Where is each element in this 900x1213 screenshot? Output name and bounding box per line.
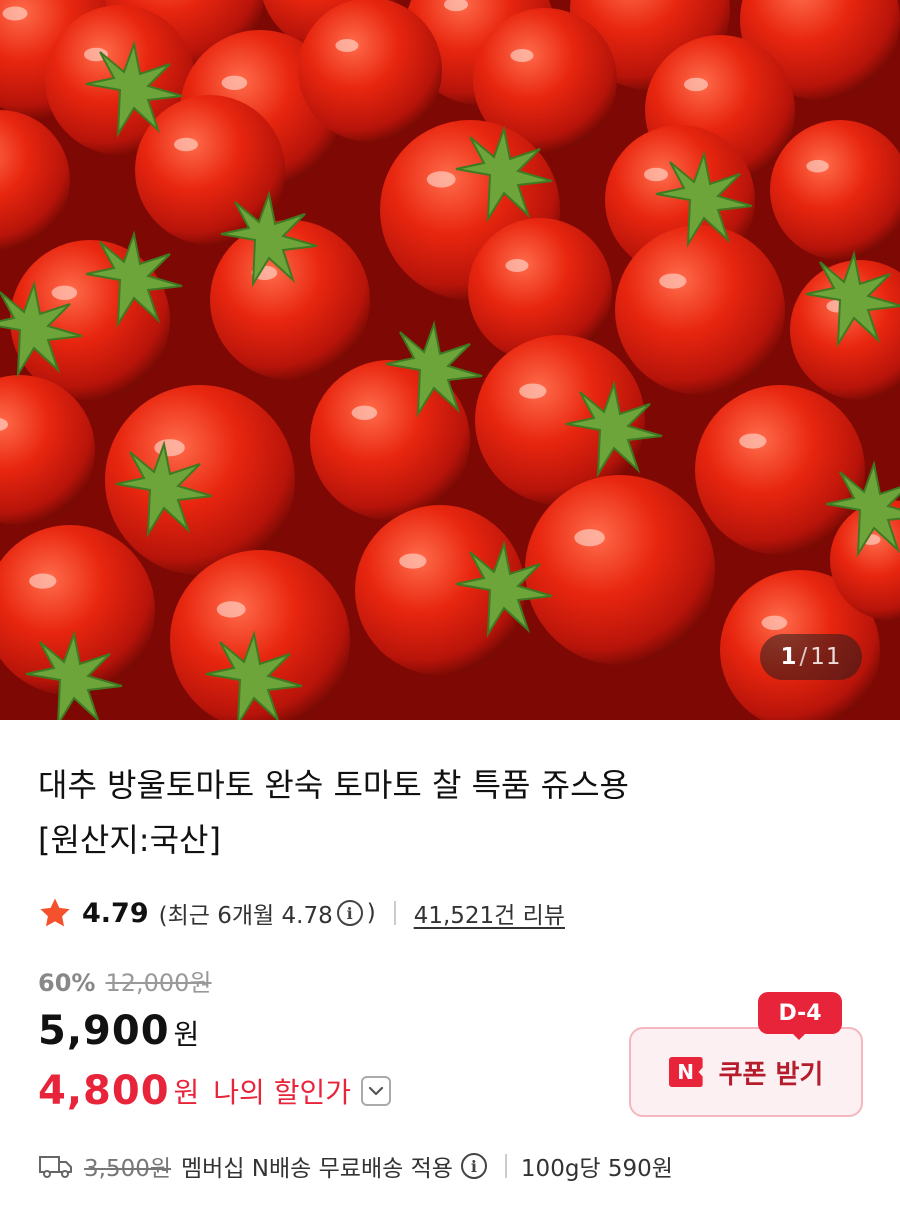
tomato-highlight	[519, 383, 547, 399]
tomato-highlight	[644, 167, 668, 182]
original-price: 12,000원	[105, 969, 212, 997]
my-price-label: 나의 할인가	[213, 1076, 351, 1109]
shipping-description: 멤버십 N배송 무료배송 적용	[181, 1156, 453, 1182]
page-current: 1	[780, 644, 798, 670]
tomato-highlight	[216, 601, 246, 618]
unit-price: 100g당 590원	[520, 1156, 673, 1182]
sale-price-unit: 원	[173, 1018, 200, 1051]
shipping-row: 3,500원 멤버십 N배송 무료배송 적용 i 100g당 590원	[38, 1146, 673, 1186]
tomato-highlight	[761, 615, 788, 630]
tomato-highlight	[399, 553, 427, 569]
tomato-highlight	[351, 405, 378, 420]
info-icon[interactable]: i	[336, 900, 363, 926]
rating-score: 4.79	[82, 897, 149, 929]
tomato-highlight	[574, 529, 605, 547]
tomato	[298, 0, 442, 142]
tomato	[525, 475, 715, 665]
shipping-fee: 3,500원	[84, 1156, 172, 1182]
page-separator: /	[799, 644, 809, 670]
sale-price: 5,900	[38, 1008, 170, 1054]
tomato-highlight	[684, 77, 708, 92]
divider	[504, 1154, 507, 1178]
tomato-highlight	[51, 285, 78, 300]
divider	[393, 901, 396, 925]
tomato-highlight	[426, 171, 456, 188]
tomato-highlight	[29, 573, 57, 589]
recent-rating-close: )	[366, 900, 376, 926]
tomato-highlight	[806, 159, 829, 173]
tomato	[615, 225, 785, 395]
review-count-link[interactable]: 41,521건 리뷰	[414, 896, 565, 930]
tomato-highlight	[505, 259, 529, 272]
recent-rating-text: (최근 6개월 4.78	[158, 903, 333, 929]
coupon-badge-tail	[789, 1030, 809, 1040]
my-price-row: 4,800 원 나의 할인가	[38, 1068, 391, 1114]
info-icon[interactable]: i	[460, 1153, 487, 1179]
tomato-highlight	[221, 75, 248, 91]
product-image[interactable]: 1/11	[0, 0, 900, 720]
coupon-deadline-badge: D-4	[758, 992, 842, 1034]
product-title: 대추 방울토마토 완숙 토마토 찰 특품 쥬스용 [원산지:국산]	[38, 758, 738, 868]
tomato-highlight	[335, 39, 359, 52]
page-total: 11	[810, 644, 842, 670]
product-title-line-2: [원산지:국산]	[38, 821, 221, 859]
coupon-download-button[interactable]: N 쿠폰 받기	[629, 1027, 863, 1117]
tomato-highlight	[2, 6, 28, 21]
tomato-highlight	[510, 49, 534, 62]
chevron-down-icon	[368, 1086, 384, 1096]
rating-row: 4.79 (최근 6개월 4.78 i ) 41,521건 리뷰	[38, 893, 565, 933]
truck-icon	[39, 1156, 72, 1178]
my-discount-price: 4,800	[38, 1068, 170, 1114]
discount-row: 60% 12,000원	[38, 963, 212, 998]
recent-rating: (최근 6개월 4.78 i )	[159, 896, 376, 930]
product-title-line-1: 대추 방울토마토 완숙 토마토 찰 특품 쥬스용	[38, 766, 629, 804]
tomato-highlight	[174, 137, 198, 152]
tomato-highlight	[739, 433, 767, 449]
tomato-highlight	[659, 273, 687, 289]
discount-rate: 60%	[38, 969, 96, 997]
image-page-indicator: 1/11	[760, 634, 862, 680]
tomato-photo	[0, 0, 900, 720]
tomato-highlight	[154, 439, 185, 457]
sale-price-row: 5,900 원	[38, 1008, 199, 1054]
my-price-unit: 원	[173, 1076, 200, 1109]
expand-price-button[interactable]	[361, 1076, 391, 1106]
naver-n-icon: N	[668, 1057, 703, 1087]
star-icon	[40, 898, 70, 927]
coupon-label: 쿠폰 받기	[718, 1059, 824, 1090]
